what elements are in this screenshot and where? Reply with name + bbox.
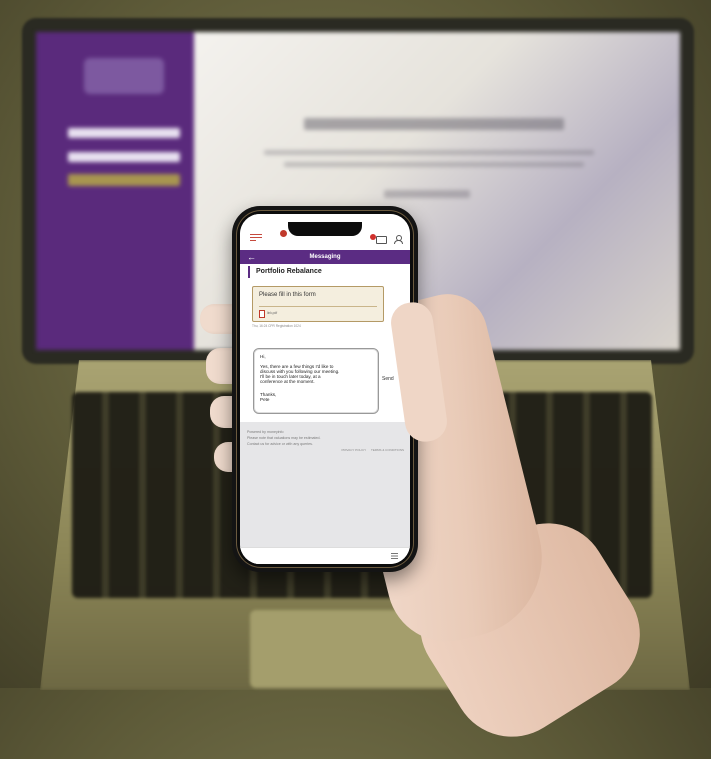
- terms-link[interactable]: TERMS & CONDITIONS: [371, 448, 404, 452]
- footer-note: Please note that valuations may be estim…: [247, 436, 321, 440]
- attachment-link[interactable]: link.pdf: [267, 310, 277, 316]
- laptop-password-field: [68, 152, 180, 162]
- thread-subject: Portfolio Rebalance: [256, 268, 322, 275]
- laptop-hero-heading: [304, 118, 564, 130]
- compose-line: conference at the moment.: [260, 379, 315, 384]
- message-card: Please fill in this form link.pdf: [252, 286, 384, 322]
- thread-subject-bar: Portfolio Rebalance: [248, 266, 404, 278]
- laptop-login-sidebar: [36, 32, 194, 350]
- user-icon[interactable]: [394, 235, 403, 244]
- compose-line: Pete: [260, 397, 270, 402]
- app-header: ← Messaging: [240, 250, 410, 264]
- message-timestamp: Thu, 16:24 CPR Registration 1024: [252, 324, 301, 328]
- menu-icon[interactable]: [391, 553, 398, 559]
- divider: [259, 306, 377, 307]
- laptop-login-button: [68, 174, 180, 186]
- phone-screen: ▬▬▬▬ ▬▬▬▬ ▬▬ ← Messaging Portfolio Rebalan…: [240, 214, 410, 564]
- compose-line: Hi,: [260, 354, 266, 359]
- send-button[interactable]: Send: [382, 376, 394, 382]
- compose-textarea[interactable]: Hi, Yes, there are a few things I'd like…: [253, 348, 379, 414]
- laptop-logo: [84, 58, 164, 94]
- phone-notch: [288, 222, 362, 236]
- phone: ▬▬▬▬ ▬▬▬▬ ▬▬ ← Messaging Portfolio Rebalan…: [232, 206, 418, 572]
- logo-mark-icon: [280, 230, 287, 237]
- footer-links: PRIVACY POLICY TERMS & CONDITIONS: [337, 448, 404, 452]
- message-text: Please fill in this form: [259, 292, 316, 298]
- laptop-hero-link: [384, 190, 470, 198]
- brand-logo: ▬▬▬▬ ▬▬▬▬ ▬▬: [250, 230, 290, 243]
- logo-wordmark: ▬▬▬▬ ▬▬▬▬ ▬▬: [250, 232, 262, 243]
- laptop-hero-text: [264, 150, 594, 155]
- mail-icon[interactable]: [376, 236, 387, 244]
- pdf-icon[interactable]: [259, 310, 265, 318]
- page-title: Messaging: [309, 254, 341, 260]
- footer-note: Contact us for advice or with any querie…: [247, 442, 313, 446]
- privacy-policy-link[interactable]: PRIVACY POLICY: [341, 448, 366, 452]
- bottom-bar: [240, 547, 410, 564]
- powered-by-text: Powered by moneyinfo: [247, 430, 284, 434]
- laptop-username-field: [68, 128, 180, 138]
- laptop-hero-text: [284, 162, 584, 167]
